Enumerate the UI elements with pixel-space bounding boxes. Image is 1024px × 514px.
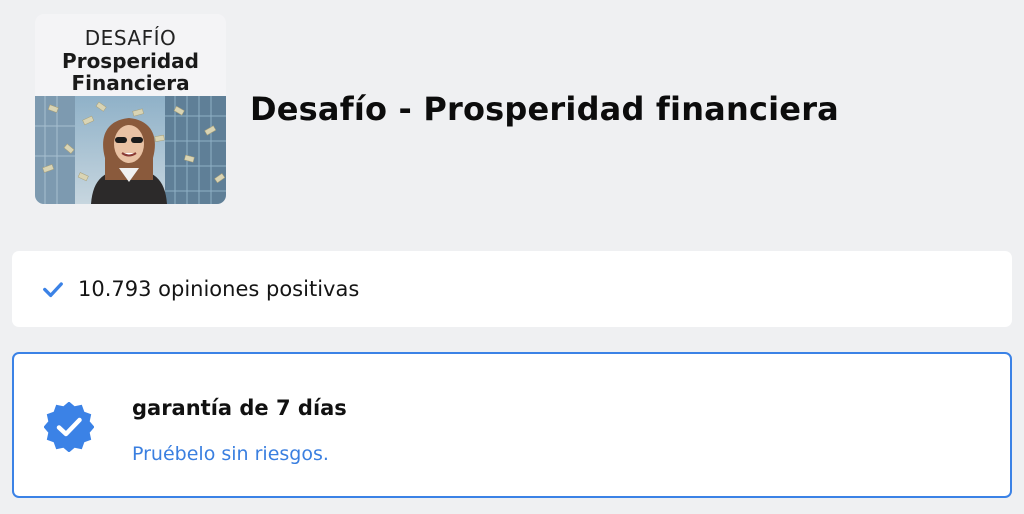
course-thumbnail: DESAFÍO Prosperidad Financiera <box>35 14 226 204</box>
thumbnail-caption: DESAFÍO Prosperidad Financiera <box>35 28 226 95</box>
course-header: DESAFÍO Prosperidad Financiera Desafío -… <box>35 14 839 204</box>
guarantee-subtitle: Pruébelo sin riesgos. <box>132 443 329 465</box>
guarantee-title: garantía de 7 días <box>132 396 347 420</box>
reviews-count-text: 10.793 opiniones positivas <box>78 277 360 301</box>
thumbnail-line-1: Prosperidad <box>62 49 199 73</box>
guarantee-card: garantía de 7 días Pruébelo sin riesgos. <box>12 352 1012 498</box>
course-title: Desafío - Prosperidad financiera <box>250 90 839 128</box>
check-icon <box>43 282 63 298</box>
verified-badge-icon <box>44 402 94 452</box>
reviews-card: 10.793 opiniones positivas <box>12 251 1012 327</box>
thumbnail-line-2: Financiera <box>71 71 190 95</box>
thumbnail-photo <box>35 96 226 204</box>
thumbnail-kicker: DESAFÍO <box>84 26 177 50</box>
